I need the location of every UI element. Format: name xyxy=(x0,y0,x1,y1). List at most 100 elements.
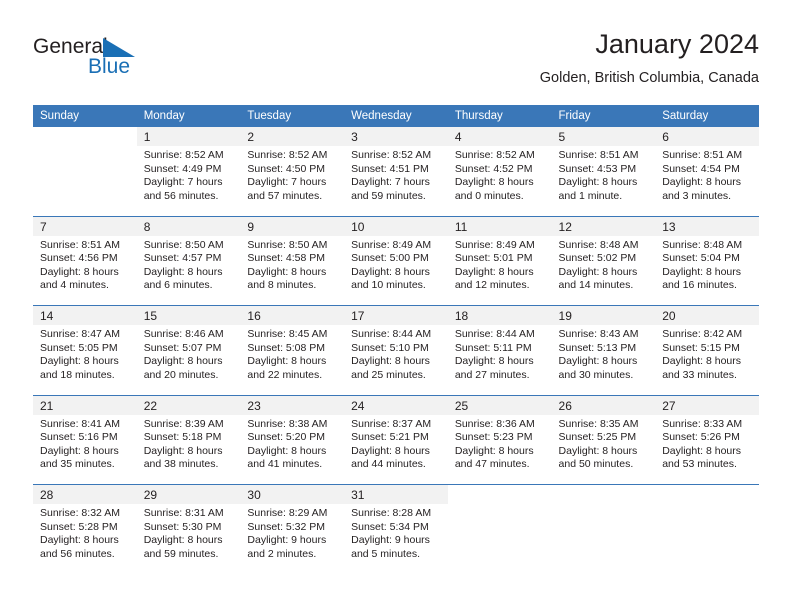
sunrise-line: Sunrise: 8:50 AM xyxy=(247,238,328,251)
day-cell-number[interactable]: 10 xyxy=(344,215,448,236)
daylight-line-1: Daylight: 8 hours xyxy=(247,265,327,278)
day-cell-number[interactable]: 7 xyxy=(33,215,137,236)
daylight-line-1: Daylight: 8 hours xyxy=(454,355,534,368)
day-cell-number[interactable]: 5 xyxy=(551,127,656,146)
day-cell-number xyxy=(33,127,137,146)
day-cell-info: Sunrise: 8:38 AM Sunset: 5:20 PM Dayligh… xyxy=(240,414,345,485)
day-cell-number[interactable]: 14 xyxy=(33,305,137,325)
day-cell-number[interactable]: 24 xyxy=(344,394,448,415)
daylight-line-2: and 59 minutes. xyxy=(351,189,426,202)
daylight-line-2: and 25 minutes. xyxy=(351,368,426,381)
week-4-daynum-row: 21 22 23 24 25 26 27 xyxy=(33,394,759,415)
day-cell-info: Sunrise: 8:37 AM Sunset: 5:21 PM Dayligh… xyxy=(344,414,448,485)
day-cell-number[interactable]: 2 xyxy=(240,127,345,146)
day-cell-number[interactable]: 19 xyxy=(551,305,656,325)
day-cell-number[interactable]: 23 xyxy=(240,394,345,415)
day-cell-number[interactable]: 12 xyxy=(551,215,656,236)
sunset-line: Sunset: 5:13 PM xyxy=(558,341,637,354)
day-cell-number[interactable]: 20 xyxy=(655,305,759,325)
day-cell-number[interactable]: 11 xyxy=(447,215,552,236)
sunrise-line: Sunrise: 8:52 AM xyxy=(351,149,432,161)
sunset-line: Sunset: 5:02 PM xyxy=(558,252,637,265)
day-cell-number[interactable]: 30 xyxy=(240,484,345,504)
day-cell-number[interactable]: 8 xyxy=(136,215,241,236)
sunset-line: Sunset: 5:25 PM xyxy=(558,431,637,444)
day-cell-info: Sunrise: 8:48 AM Sunset: 5:04 PM Dayligh… xyxy=(655,235,759,306)
daylight-line-1: Daylight: 8 hours xyxy=(143,355,223,368)
weekday-header-saturday: Saturday xyxy=(655,105,759,127)
weekday-header-sunday: Sunday xyxy=(33,105,137,127)
sunset-line: Sunset: 4:49 PM xyxy=(143,162,222,175)
sunset-line: Sunset: 5:23 PM xyxy=(454,431,533,444)
day-cell-info: Sunrise: 8:52 AM Sunset: 4:49 PM Dayligh… xyxy=(136,146,241,216)
sunset-line: Sunset: 5:28 PM xyxy=(40,520,118,533)
day-cell-number[interactable]: 31 xyxy=(344,484,448,504)
logo-text-blue: Blue xyxy=(88,55,131,78)
sunset-line: Sunset: 5:32 PM xyxy=(247,520,326,533)
day-cell-info: Sunrise: 8:47 AM Sunset: 5:05 PM Dayligh… xyxy=(33,325,137,395)
daylight-line-2: and 18 minutes. xyxy=(40,368,115,381)
day-cell-number[interactable]: 25 xyxy=(447,394,552,415)
day-cell-number[interactable]: 17 xyxy=(344,305,448,325)
sunrise-line: Sunrise: 8:51 AM xyxy=(558,149,639,161)
day-cell-number[interactable]: 27 xyxy=(655,394,759,415)
daylight-line-1: Daylight: 8 hours xyxy=(40,444,119,457)
sunrise-line: Sunrise: 8:49 AM xyxy=(454,238,535,251)
sunrise-line: Sunrise: 8:32 AM xyxy=(40,507,120,519)
day-cell-number[interactable]: 4 xyxy=(447,127,552,146)
daylight-line-2: and 27 minutes. xyxy=(454,368,530,381)
daylight-line-2: and 4 minutes. xyxy=(40,279,109,292)
day-cell-number[interactable]: 16 xyxy=(240,305,345,325)
day-cell-number[interactable]: 18 xyxy=(447,305,552,325)
daylight-line-1: Daylight: 8 hours xyxy=(40,355,119,368)
day-cell-number[interactable]: 6 xyxy=(655,127,759,146)
daylight-line-1: Daylight: 8 hours xyxy=(662,444,742,457)
daylight-line-2: and 8 minutes. xyxy=(247,279,317,292)
sunrise-line: Sunrise: 8:45 AM xyxy=(247,328,328,340)
sunset-line: Sunset: 4:56 PM xyxy=(40,252,118,265)
day-cell-number[interactable]: 3 xyxy=(344,127,448,146)
sunset-line: Sunset: 4:57 PM xyxy=(143,252,222,265)
sunset-line: Sunset: 5:20 PM xyxy=(247,431,326,444)
day-cell-number[interactable]: 9 xyxy=(240,215,345,236)
day-cell-info: Sunrise: 8:51 AM Sunset: 4:53 PM Dayligh… xyxy=(551,146,656,216)
sunset-line: Sunset: 5:00 PM xyxy=(351,252,429,265)
daylight-line-1: Daylight: 8 hours xyxy=(558,355,638,368)
day-cell-number xyxy=(551,484,656,504)
day-cell-number[interactable]: 29 xyxy=(136,484,241,504)
daylight-line-2: and 56 minutes. xyxy=(143,189,219,202)
sunrise-line: Sunrise: 8:49 AM xyxy=(351,238,432,251)
day-cell-number[interactable]: 22 xyxy=(136,394,241,415)
daylight-line-1: Daylight: 8 hours xyxy=(247,444,327,457)
sunset-line: Sunset: 5:05 PM xyxy=(40,341,118,354)
daylight-line-1: Daylight: 8 hours xyxy=(662,176,742,189)
general-blue-logo: General Blue xyxy=(33,36,173,82)
day-cell-number[interactable]: 26 xyxy=(551,394,656,415)
day-cell-number[interactable]: 13 xyxy=(655,215,759,236)
sunrise-line: Sunrise: 8:50 AM xyxy=(143,238,224,251)
daylight-line-1: Daylight: 8 hours xyxy=(558,444,638,457)
daylight-line-2: and 10 minutes. xyxy=(351,279,426,292)
weekday-header-tuesday: Tuesday xyxy=(240,105,345,127)
daylight-line-1: Daylight: 7 hours xyxy=(143,176,223,189)
calendar-page: General Blue January 2024 Golden, Britis… xyxy=(0,0,792,612)
daylight-line-2: and 33 minutes. xyxy=(662,368,737,381)
sunrise-line: Sunrise: 8:44 AM xyxy=(351,328,432,340)
day-cell-number[interactable]: 15 xyxy=(136,305,241,325)
week-1-daynum-row: 1 2 3 4 5 6 xyxy=(33,127,759,146)
day-cell-info: Sunrise: 8:45 AM Sunset: 5:08 PM Dayligh… xyxy=(240,325,345,395)
sunrise-line: Sunrise: 8:48 AM xyxy=(662,238,743,251)
daylight-line-1: Daylight: 7 hours xyxy=(247,176,327,189)
sunset-line: Sunset: 4:50 PM xyxy=(247,162,326,175)
sunset-line: Sunset: 5:15 PM xyxy=(662,341,740,354)
day-cell-number[interactable]: 21 xyxy=(33,394,137,415)
calendar-table: Sunday Monday Tuesday Wednesday Thursday… xyxy=(33,105,759,574)
day-cell-number[interactable]: 1 xyxy=(136,127,241,146)
sunset-line: Sunset: 5:01 PM xyxy=(454,252,533,265)
day-cell-info: Sunrise: 8:28 AM Sunset: 5:34 PM Dayligh… xyxy=(344,504,448,574)
week-5-daynum-row: 28 29 30 31 xyxy=(33,484,759,504)
daylight-line-2: and 12 minutes. xyxy=(454,279,530,292)
sunrise-line: Sunrise: 8:52 AM xyxy=(454,149,535,161)
day-cell-info: Sunrise: 8:42 AM Sunset: 5:15 PM Dayligh… xyxy=(655,325,759,395)
day-cell-number[interactable]: 28 xyxy=(33,484,137,504)
